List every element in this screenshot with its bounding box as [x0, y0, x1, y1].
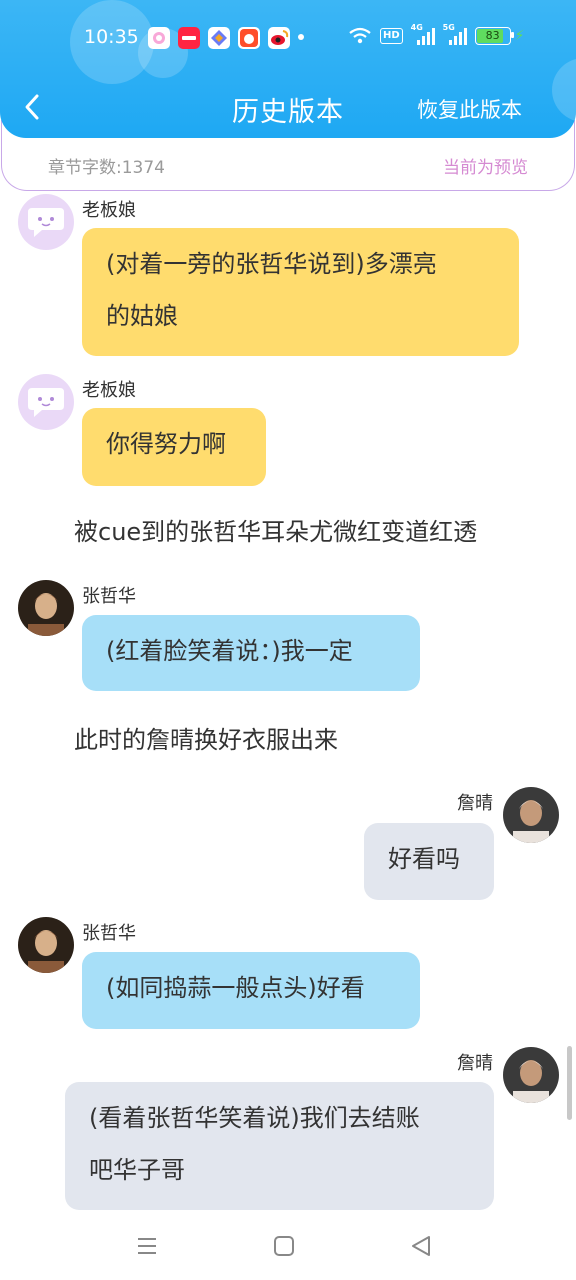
restore-version-button[interactable]: 恢复此版本	[417, 94, 522, 124]
status-time: 10:35	[84, 26, 139, 48]
nav-back-button[interactable]	[404, 1229, 438, 1263]
tool-app-icon	[208, 27, 230, 49]
user-avatar[interactable]	[503, 1047, 559, 1103]
message-line: 你得努力啊	[106, 430, 226, 458]
chapter-char-count: 章节字数:1374	[48, 158, 165, 178]
chat-bubble-avatar-icon[interactable]	[18, 374, 74, 430]
system-nav-bar	[0, 1215, 576, 1280]
preview-status-label: 当前为预览	[443, 158, 528, 178]
home-icon	[274, 1236, 294, 1256]
message-line: (对着一旁的张哲华说到)多漂亮	[106, 250, 437, 278]
message-bubble[interactable]: (如同捣蒜一般点头)好看	[82, 952, 420, 1029]
hd-badge: HD	[380, 28, 403, 44]
kuaishou-icon	[148, 27, 170, 49]
signal-5g-icon: 5G	[442, 23, 467, 46]
message-bubble[interactable]: (看着张哲华笑着说)我们去结账 吧华子哥	[65, 1082, 494, 1210]
chat-bubble-avatar-icon[interactable]	[18, 194, 74, 250]
message-bubble[interactable]: 你得努力啊	[82, 408, 266, 486]
weibo-icon	[268, 27, 290, 49]
charging-icon: ⚡	[514, 28, 525, 44]
user-avatar[interactable]	[503, 787, 559, 843]
message-line: (如同捣蒜一般点头)好看	[106, 974, 365, 1002]
xiaohongshu-icon	[178, 27, 200, 49]
speaker-name: 张哲华	[82, 586, 136, 607]
status-dot-separator	[298, 34, 304, 40]
narration-text: 被cue到的张哲华耳朵尤微红变道红透	[74, 518, 478, 546]
system-status-icons: HD 4G 5G 83 ⚡	[348, 23, 525, 46]
back-icon	[412, 1236, 430, 1256]
battery-level: 83	[485, 29, 500, 42]
signal-4g-icon: 4G	[410, 23, 435, 46]
user-avatar[interactable]	[18, 917, 74, 973]
message-line: (红着脸笑着说：)我一定	[106, 637, 353, 665]
signal-4g-label: 4G	[410, 23, 423, 32]
message-line: 好看吗	[388, 845, 460, 873]
notification-app-icons	[148, 27, 290, 49]
app-header: 10:35 HD 4G 5G 83 ⚡ 历史版本 恢复此版本	[0, 0, 576, 138]
message-bubble[interactable]: (对着一旁的张哲华说到)多漂亮 的姑娘	[82, 228, 519, 356]
battery-icon: 83	[474, 27, 514, 45]
user-avatar[interactable]	[18, 580, 74, 636]
speaker-name: 老板娘	[82, 200, 136, 221]
message-line: (看着张哲华笑着说)我们去结账	[89, 1104, 420, 1132]
speaker-name: 老板娘	[82, 380, 136, 401]
message-line: 吧华子哥	[89, 1156, 185, 1184]
nav-home-button[interactable]	[267, 1229, 301, 1263]
nav-menu-button[interactable]	[130, 1229, 164, 1263]
menu-icon	[138, 1238, 156, 1254]
status-bar: 10:35 HD 4G 5G 83 ⚡	[0, 16, 576, 60]
message-bubble[interactable]: 好看吗	[364, 823, 494, 900]
taobao-icon	[238, 27, 260, 49]
speaker-name: 詹晴	[457, 793, 493, 814]
message-line: 的姑娘	[106, 302, 178, 330]
speaker-name: 詹晴	[457, 1053, 493, 1074]
wifi-icon	[349, 27, 371, 44]
scrollbar[interactable]	[567, 1046, 572, 1120]
message-bubble[interactable]: (红着脸笑着说：)我一定	[82, 615, 420, 691]
speaker-name: 张哲华	[82, 923, 136, 944]
narration-text: 此时的詹晴换好衣服出来	[74, 726, 338, 754]
signal-5g-label: 5G	[442, 23, 455, 32]
